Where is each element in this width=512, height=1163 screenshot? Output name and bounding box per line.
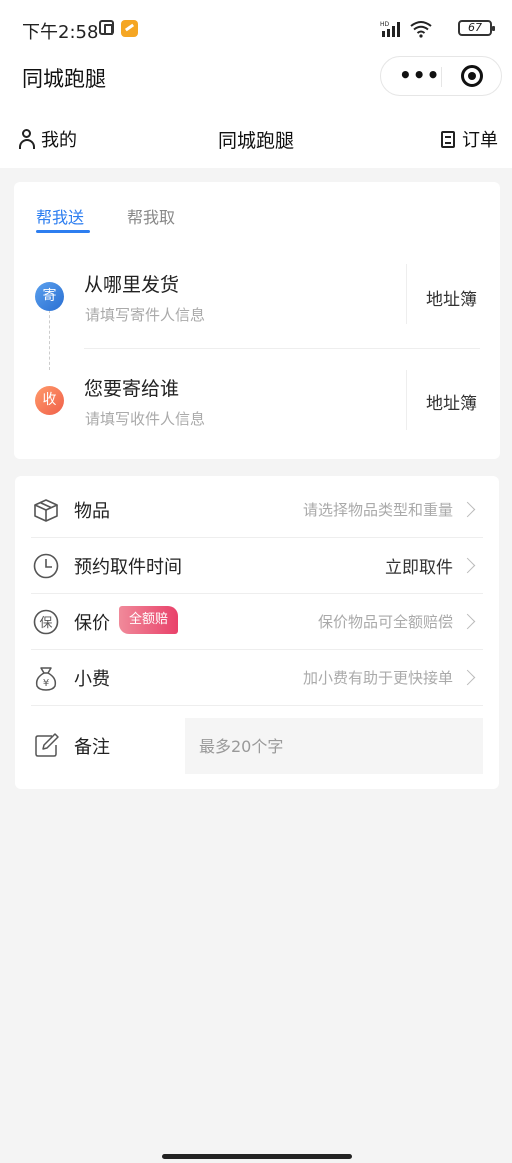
edit-icon — [35, 733, 59, 757]
receiver-row[interactable]: 收 您要寄给谁 请填写收件人信息 地址簿 — [14, 362, 500, 442]
navigation-bar: 同城跑腿 ••• — [0, 52, 512, 106]
tab-pickup[interactable]: 帮我取 — [127, 204, 175, 228]
header-bar: 同城跑腿 我的 订单 — [0, 106, 512, 168]
signal-icon: HD — [380, 21, 400, 37]
row-divider — [84, 348, 480, 349]
sim-icon — [99, 20, 114, 35]
pickup-time-value: 立即取件 — [385, 558, 453, 578]
insurance-icon: 保 — [33, 609, 59, 635]
tab-send[interactable]: 帮我送 — [36, 204, 84, 228]
capsule-divider — [441, 67, 442, 87]
mine-label: 我的 — [41, 130, 77, 151]
pickup-time-label: 预约取件时间 — [74, 557, 182, 578]
sender-row[interactable]: 寄 从哪里发货 请填写寄件人信息 地址簿 — [14, 258, 500, 338]
sender-title: 从哪里发货 — [84, 274, 180, 296]
active-tab-underline — [36, 230, 90, 233]
insurance-label: 保价 — [74, 613, 110, 634]
tip-label: 小费 — [74, 669, 110, 690]
status-bar: 下午2:58 HD 67 — [0, 0, 512, 58]
pickup-time-row[interactable]: 预约取件时间 立即取件 — [15, 538, 499, 594]
more-menu-icon[interactable]: ••• — [399, 65, 440, 85]
svg-text:¥: ¥ — [43, 678, 49, 689]
item-type-row[interactable]: 物品 请选择物品类型和重量 — [15, 482, 499, 538]
sender-divider — [406, 264, 407, 324]
battery-icon: 67 — [458, 20, 495, 36]
receiver-badge: 收 — [35, 386, 64, 415]
chevron-right-icon — [459, 669, 476, 686]
note-input[interactable] — [185, 718, 483, 774]
full-compensation-badge: 全额赔 — [119, 606, 179, 634]
item-value: 请选择物品类型和重量 — [302, 501, 453, 519]
chevron-right-icon — [459, 557, 476, 574]
item-label: 物品 — [74, 501, 110, 522]
receiver-address-book-button[interactable]: 地址簿 — [426, 389, 477, 414]
wifi-icon — [410, 21, 432, 38]
note-label: 备注 — [74, 737, 110, 758]
row-divider — [31, 705, 483, 706]
address-card: 帮我送 帮我取 寄 从哪里发货 请填写寄件人信息 地址簿 收 您要寄给谁 请填写… — [14, 182, 500, 459]
status-indicators: HD 67 — [372, 18, 495, 40]
mine-button[interactable]: 我的 — [18, 126, 77, 152]
receiver-subtitle: 请填写收件人信息 — [85, 410, 206, 428]
sender-subtitle: 请填写寄件人信息 — [85, 306, 206, 324]
clock-icon — [33, 553, 59, 579]
capsule-menu: ••• — [380, 56, 502, 96]
page-title: 同城跑腿 — [22, 67, 106, 91]
app-notification-icon — [121, 20, 138, 37]
options-card: 物品 请选择物品类型和重量 预约取件时间 立即取件 保 保价 全额赔 保价物品可… — [15, 476, 499, 789]
insurance-row[interactable]: 保 保价 全额赔 保价物品可全额赔偿 — [15, 594, 499, 650]
svg-text:HD: HD — [380, 21, 390, 28]
orders-label: 订单 — [462, 130, 498, 151]
package-icon — [34, 499, 58, 522]
receiver-title: 您要寄给谁 — [84, 378, 180, 400]
home-indicator[interactable] — [162, 1154, 352, 1159]
user-icon — [18, 129, 36, 149]
orders-button[interactable]: 订单 — [441, 126, 498, 152]
money-bag-icon: ¥ — [35, 667, 57, 691]
tip-row[interactable]: ¥ 小费 加小费有助于更快接单 — [15, 650, 499, 706]
sender-badge: 寄 — [35, 282, 64, 311]
chevron-right-icon — [459, 613, 476, 630]
insurance-value: 保价物品可全额赔偿 — [317, 613, 453, 631]
close-miniprogram-icon[interactable] — [461, 65, 483, 87]
chevron-right-icon — [459, 501, 476, 518]
tip-value: 加小费有助于更快接单 — [302, 669, 453, 687]
status-time: 下午2:58 — [22, 22, 99, 43]
svg-text:保: 保 — [39, 616, 52, 631]
receiver-divider — [406, 370, 407, 430]
sender-address-book-button[interactable]: 地址簿 — [426, 285, 477, 310]
order-icon — [441, 130, 455, 148]
